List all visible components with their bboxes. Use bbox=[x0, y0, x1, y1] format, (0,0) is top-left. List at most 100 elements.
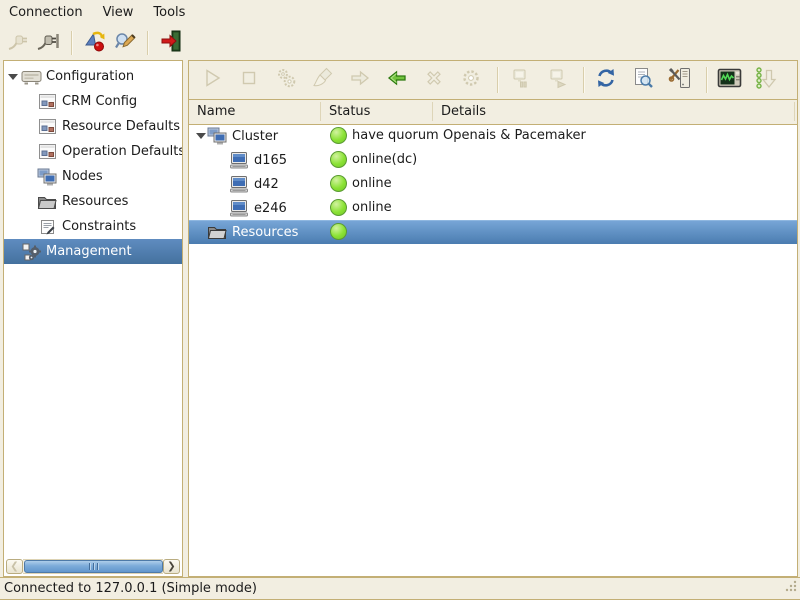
row-details: Openais & Pacemaker bbox=[443, 128, 586, 143]
menu-connection[interactable]: Connection bbox=[0, 0, 94, 26]
row-name: Cluster bbox=[232, 129, 278, 144]
view-details-button[interactable] bbox=[630, 67, 656, 93]
statusbar-text: Connected to 127.0.0.1 (Simple mode) bbox=[4, 581, 257, 596]
migrate-button[interactable] bbox=[347, 67, 373, 93]
migrate-back-button[interactable] bbox=[384, 67, 410, 93]
column-header-details[interactable]: Details bbox=[441, 104, 486, 119]
sidebar-item-label: Constraints bbox=[62, 219, 136, 234]
form-icon bbox=[36, 144, 58, 159]
status-dot-green bbox=[330, 151, 347, 168]
table-row-resources[interactable]: Resources bbox=[189, 220, 797, 244]
broom-icon bbox=[311, 66, 335, 94]
server-drive-icon bbox=[20, 69, 42, 85]
status-dot-green bbox=[330, 223, 347, 240]
row-name: e246 bbox=[254, 201, 287, 216]
column-separator[interactable] bbox=[432, 102, 433, 121]
row-status: online bbox=[352, 176, 392, 191]
computer-icon bbox=[229, 151, 249, 169]
management-toolbar bbox=[189, 61, 797, 100]
configure-button[interactable] bbox=[667, 67, 693, 93]
view-details-icon bbox=[631, 66, 655, 94]
menu-tools[interactable]: Tools bbox=[144, 0, 196, 26]
row-name: d42 bbox=[254, 177, 279, 192]
delete-x-icon bbox=[422, 66, 446, 94]
row-name: d165 bbox=[254, 153, 287, 168]
status-dot-green bbox=[330, 175, 347, 192]
column-header-status[interactable]: Status bbox=[329, 104, 370, 119]
sidebar-item-label: Configuration bbox=[46, 69, 134, 84]
sidebar-item-constraints[interactable]: Constraints bbox=[4, 214, 182, 239]
table-row-cluster[interactable]: Cluster have quorum Openais & Pacemaker bbox=[189, 124, 797, 148]
table-row-e246[interactable]: e246 online bbox=[189, 196, 797, 220]
refresh-button[interactable] bbox=[593, 67, 619, 93]
column-header-name[interactable]: Name bbox=[197, 104, 235, 119]
column-separator[interactable] bbox=[320, 102, 321, 121]
table-header: Name Status Details bbox=[189, 100, 797, 125]
standby-button[interactable] bbox=[507, 67, 533, 93]
toolbar-separator bbox=[71, 31, 73, 55]
sidebar-item-crm-config[interactable]: CRM Config bbox=[4, 89, 182, 114]
toolbar-separator bbox=[497, 67, 499, 93]
edit-button[interactable] bbox=[458, 67, 484, 93]
gear-icon bbox=[459, 66, 483, 94]
scroll-right-button[interactable]: ❯ bbox=[163, 559, 180, 574]
exit-button[interactable] bbox=[157, 29, 185, 57]
table-row-d165[interactable]: d165 online(dc) bbox=[189, 148, 797, 172]
scrollbar-thumb[interactable] bbox=[24, 560, 163, 573]
disconnect-button[interactable] bbox=[5, 29, 33, 57]
plug-connected-icon bbox=[37, 29, 61, 57]
toolbar-separator bbox=[147, 31, 149, 55]
expander-down-icon[interactable] bbox=[6, 74, 20, 80]
resize-grip-icon[interactable] bbox=[784, 579, 798, 597]
sidebar-item-label: Resources bbox=[62, 194, 128, 209]
sidebar-item-operation-defaults[interactable]: Operation Defaults bbox=[4, 139, 182, 164]
sidebar-item-management[interactable]: Management bbox=[4, 239, 182, 264]
row-status: have quorum bbox=[352, 128, 439, 143]
horizontal-scrollbar[interactable]: ❮ ❯ bbox=[6, 559, 180, 574]
toolbar-separator bbox=[583, 67, 585, 93]
scroll-left-button[interactable]: ❮ bbox=[6, 559, 23, 574]
default-button[interactable] bbox=[310, 67, 336, 93]
toolbar-separator bbox=[706, 67, 708, 93]
configure-server-icon bbox=[668, 66, 692, 94]
cleanup-gears-icon bbox=[274, 66, 298, 94]
menubar: Connection View Tools bbox=[0, 0, 800, 26]
sidebar-item-label: Resource Defaults bbox=[62, 119, 180, 134]
sidebar-item-configuration[interactable]: Configuration bbox=[4, 64, 182, 89]
view-edit-button[interactable] bbox=[111, 29, 139, 57]
sidebar-item-nodes[interactable]: Nodes bbox=[4, 164, 182, 189]
delete-button[interactable] bbox=[421, 67, 447, 93]
expander-down-icon[interactable] bbox=[194, 133, 207, 139]
row-status: online(dc) bbox=[352, 152, 417, 167]
menu-view[interactable]: View bbox=[94, 0, 145, 26]
column-separator[interactable] bbox=[794, 102, 795, 121]
magnifier-pencil-icon bbox=[113, 29, 137, 57]
gears-icon bbox=[20, 243, 42, 261]
sidebar-item-resource-defaults[interactable]: Resource Defaults bbox=[4, 114, 182, 139]
form-icon bbox=[36, 94, 58, 109]
computer-icon bbox=[229, 199, 249, 217]
table-row-d42[interactable]: d42 online bbox=[189, 172, 797, 196]
sidebar-item-resources[interactable]: Resources bbox=[4, 189, 182, 214]
activate-button[interactable] bbox=[544, 67, 570, 93]
computer-icon bbox=[229, 175, 249, 193]
cleanup-button[interactable] bbox=[273, 67, 299, 93]
status-dot-green bbox=[330, 199, 347, 216]
sidebar-panel: Configuration CRM Config Resource Defaul… bbox=[3, 60, 183, 577]
connect-button[interactable] bbox=[35, 29, 63, 57]
application-window: Connection View Tools bbox=[0, 0, 800, 600]
start-icon bbox=[200, 66, 224, 94]
folder-icon bbox=[36, 194, 58, 210]
nodes-icon bbox=[36, 168, 58, 186]
transition-view-button[interactable] bbox=[716, 67, 742, 93]
migrate-back-arrow-left-icon bbox=[385, 66, 409, 94]
refresh-icon bbox=[594, 66, 618, 94]
stop-button[interactable] bbox=[236, 67, 262, 93]
sidebar-item-label: Operation Defaults bbox=[62, 144, 182, 159]
mode-button[interactable] bbox=[81, 29, 109, 57]
row-status: online bbox=[352, 200, 392, 215]
start-button[interactable] bbox=[199, 67, 225, 93]
table-body: Cluster have quorum Openais & Pacemaker … bbox=[189, 124, 797, 576]
auto-scroll-button[interactable] bbox=[753, 67, 779, 93]
scrollbar-track[interactable] bbox=[23, 559, 163, 574]
